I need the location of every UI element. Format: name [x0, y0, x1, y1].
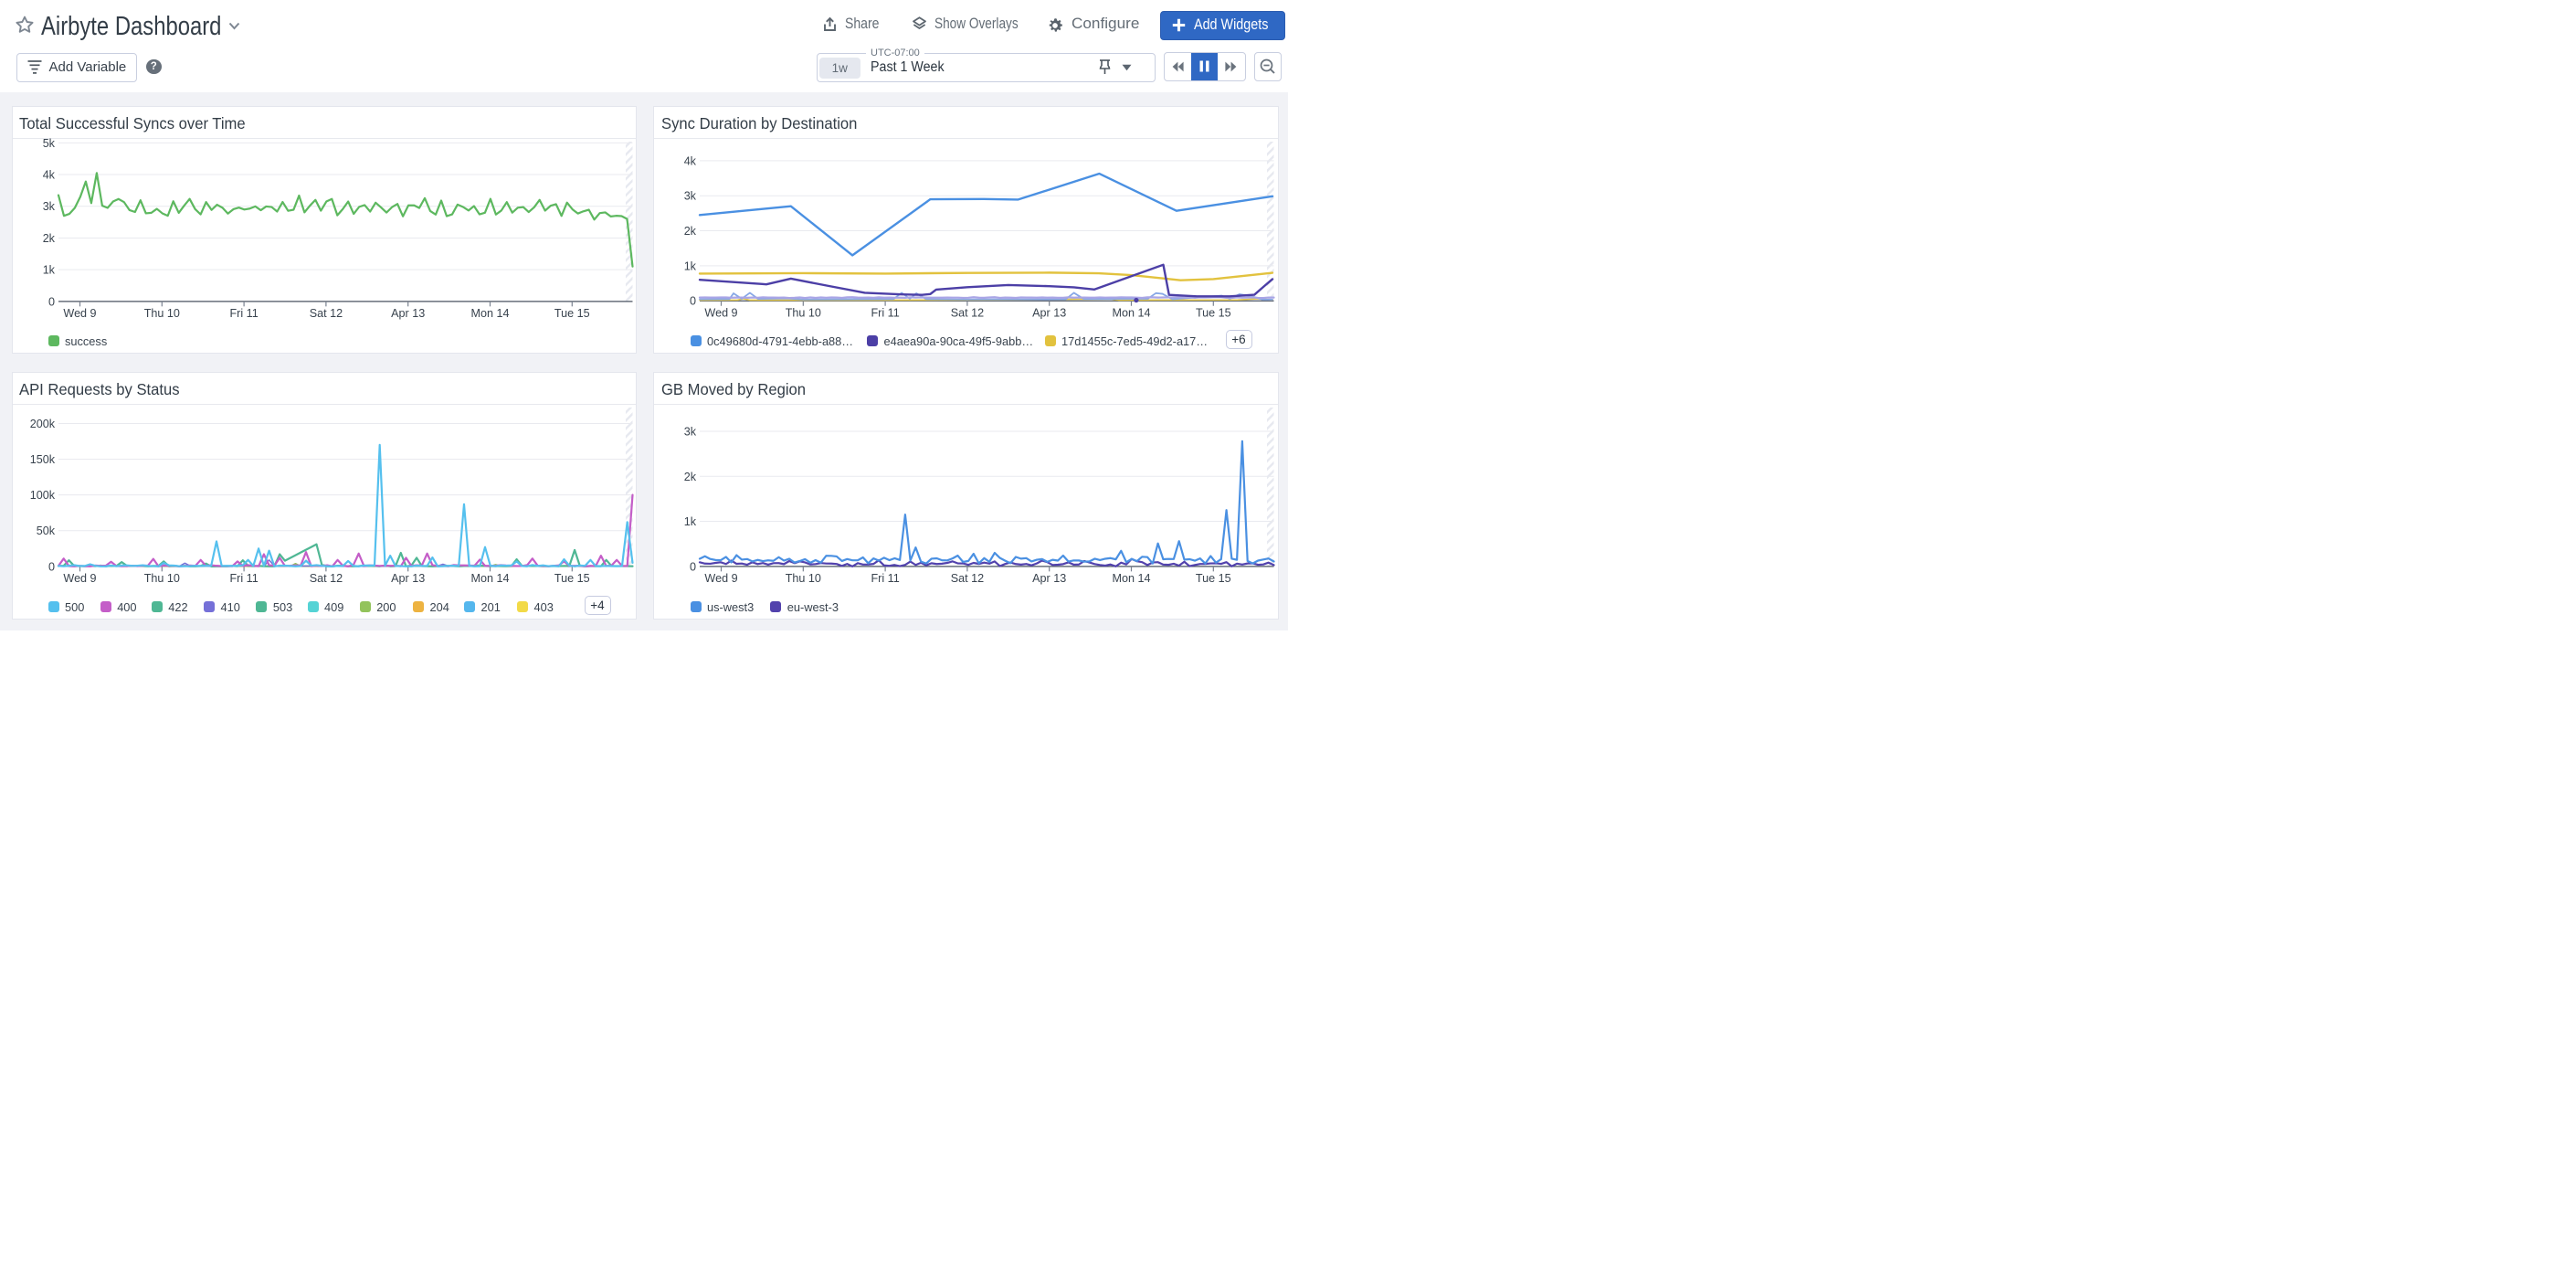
svg-text:Apr 13: Apr 13 [1032, 306, 1066, 319]
svg-text:4k: 4k [42, 169, 55, 182]
svg-text:Tue 15: Tue 15 [554, 307, 589, 320]
svg-text:3k: 3k [684, 190, 697, 203]
svg-text:Sat 12: Sat 12 [309, 572, 342, 585]
svg-text:200k: 200k [29, 418, 55, 430]
svg-text:Thu 10: Thu 10 [786, 306, 821, 319]
svg-text:3k: 3k [42, 200, 55, 213]
svg-text:Fri 11: Fri 11 [229, 307, 258, 320]
svg-text:Mon 14: Mon 14 [1113, 306, 1151, 319]
svg-text:Tue 15: Tue 15 [1196, 306, 1231, 319]
svg-text:Wed 9: Wed 9 [704, 572, 737, 585]
svg-text:Apr 13: Apr 13 [1032, 572, 1066, 585]
svg-text:150k: 150k [29, 453, 55, 466]
svg-text:Wed 9: Wed 9 [704, 306, 737, 319]
svg-text:Wed 9: Wed 9 [63, 572, 96, 585]
svg-text:Apr 13: Apr 13 [391, 572, 425, 585]
svg-text:50k: 50k [36, 525, 55, 537]
svg-text:Fri 11: Fri 11 [229, 572, 258, 585]
svg-text:3k: 3k [684, 425, 697, 438]
svg-text:Wed 9: Wed 9 [63, 307, 96, 320]
svg-text:Sat 12: Sat 12 [309, 307, 342, 320]
svg-text:Thu 10: Thu 10 [143, 572, 179, 585]
svg-text:Apr 13: Apr 13 [391, 307, 425, 320]
svg-text:4k: 4k [684, 154, 697, 167]
svg-text:Mon 14: Mon 14 [470, 307, 509, 320]
svg-text:2k: 2k [684, 225, 697, 238]
svg-text:Tue 15: Tue 15 [554, 572, 589, 585]
svg-text:Mon 14: Mon 14 [1112, 572, 1150, 585]
svg-text:Thu 10: Thu 10 [143, 307, 179, 320]
svg-text:1k: 1k [684, 515, 697, 528]
svg-text:2k: 2k [42, 232, 55, 245]
svg-text:Tue 15: Tue 15 [1196, 572, 1231, 585]
svg-text:1k: 1k [684, 260, 697, 272]
svg-text:1k: 1k [42, 264, 55, 277]
svg-text:Mon 14: Mon 14 [470, 572, 509, 585]
svg-text:0: 0 [48, 560, 54, 573]
svg-text:0: 0 [48, 295, 54, 308]
svg-text:Thu 10: Thu 10 [786, 572, 821, 585]
svg-text:Sat 12: Sat 12 [951, 306, 984, 319]
svg-text:Fri 11: Fri 11 [871, 306, 899, 319]
svg-text:100k: 100k [29, 489, 55, 502]
svg-text:0: 0 [690, 560, 696, 573]
svg-text:Sat 12: Sat 12 [951, 572, 984, 585]
svg-text:2k: 2k [684, 471, 697, 483]
svg-text:5k: 5k [42, 137, 55, 150]
svg-text:Fri 11: Fri 11 [871, 572, 899, 585]
svg-text:0: 0 [690, 295, 696, 308]
